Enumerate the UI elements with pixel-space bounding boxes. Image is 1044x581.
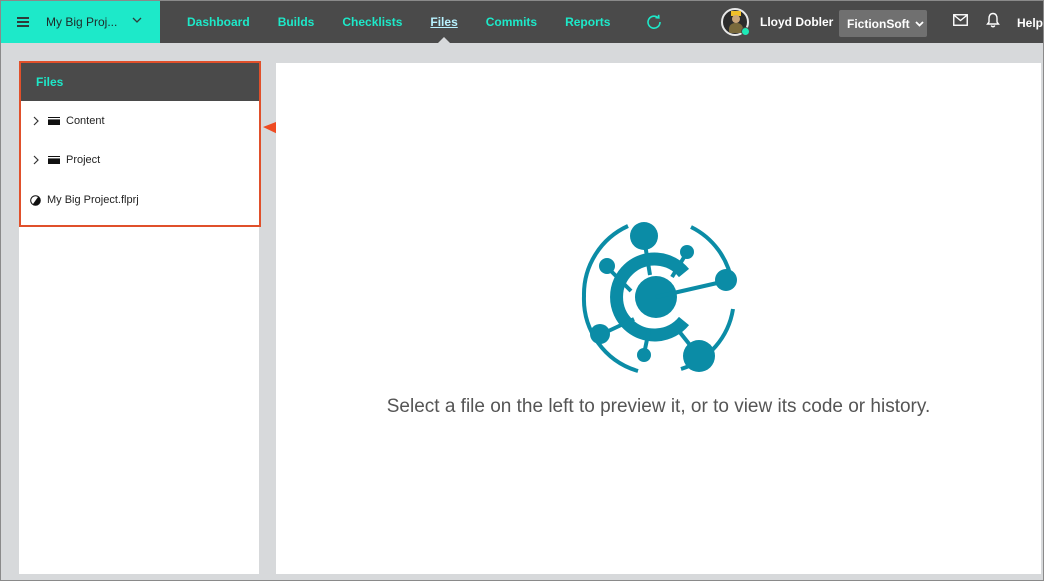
nav-files[interactable]: Files	[430, 1, 458, 43]
user-menu[interactable]: Lloyd Dobler	[721, 8, 833, 36]
top-navigation-bar: My Big Proj... Dashboard Builds Checklis…	[1, 1, 1043, 43]
files-panel-title: Files	[21, 63, 259, 101]
nav-commits[interactable]: Commits	[486, 1, 537, 43]
empty-state-message: Select a file on the left to preview it,…	[386, 396, 931, 417]
tree-item-project-file[interactable]: My Big Project.flprj	[21, 190, 139, 210]
organization-name: FictionSoft	[847, 16, 910, 31]
tree-item-content[interactable]: Content	[21, 111, 105, 131]
tree-item-project[interactable]: Project	[21, 150, 100, 170]
folder-icon	[48, 117, 60, 125]
nav-reports[interactable]: Reports	[565, 1, 610, 43]
hub-logo-icon	[581, 222, 737, 373]
mail-icon[interactable]	[953, 14, 968, 26]
chevron-down-icon	[915, 21, 924, 27]
bell-icon[interactable]	[986, 12, 1000, 28]
refresh-icon[interactable]	[646, 14, 662, 30]
main-nav: Dashboard Builds Checklists Files Commit…	[187, 1, 662, 43]
file-preview-panel: Select a file on the left to preview it,…	[276, 63, 1041, 574]
tree-item-label: Project	[66, 154, 101, 166]
user-name[interactable]: Lloyd Dobler	[760, 15, 833, 29]
avatar[interactable]	[721, 8, 750, 36]
chevron-right-icon[interactable]	[32, 116, 40, 126]
files-tree-highlight: Files Content Project My Big Project.flp…	[19, 61, 261, 227]
online-status-indicator	[741, 27, 750, 36]
organization-selector[interactable]: FictionSoft	[839, 10, 927, 37]
chevron-right-icon[interactable]	[32, 155, 40, 165]
hamburger-menu-icon[interactable]	[17, 17, 29, 27]
project-selector[interactable]: My Big Proj...	[1, 1, 160, 43]
tree-item-label: Content	[66, 115, 105, 127]
tree-item-label: My Big Project.flprj	[47, 194, 139, 206]
nav-builds[interactable]: Builds	[278, 1, 315, 43]
folder-icon	[48, 156, 60, 164]
chevron-down-icon[interactable]	[132, 15, 142, 25]
project-file-icon	[30, 194, 41, 206]
help-link[interactable]: Help	[1017, 16, 1043, 30]
project-name: My Big Proj...	[46, 15, 118, 29]
nav-dashboard[interactable]: Dashboard	[187, 1, 250, 43]
nav-checklists[interactable]: Checklists	[342, 1, 402, 43]
